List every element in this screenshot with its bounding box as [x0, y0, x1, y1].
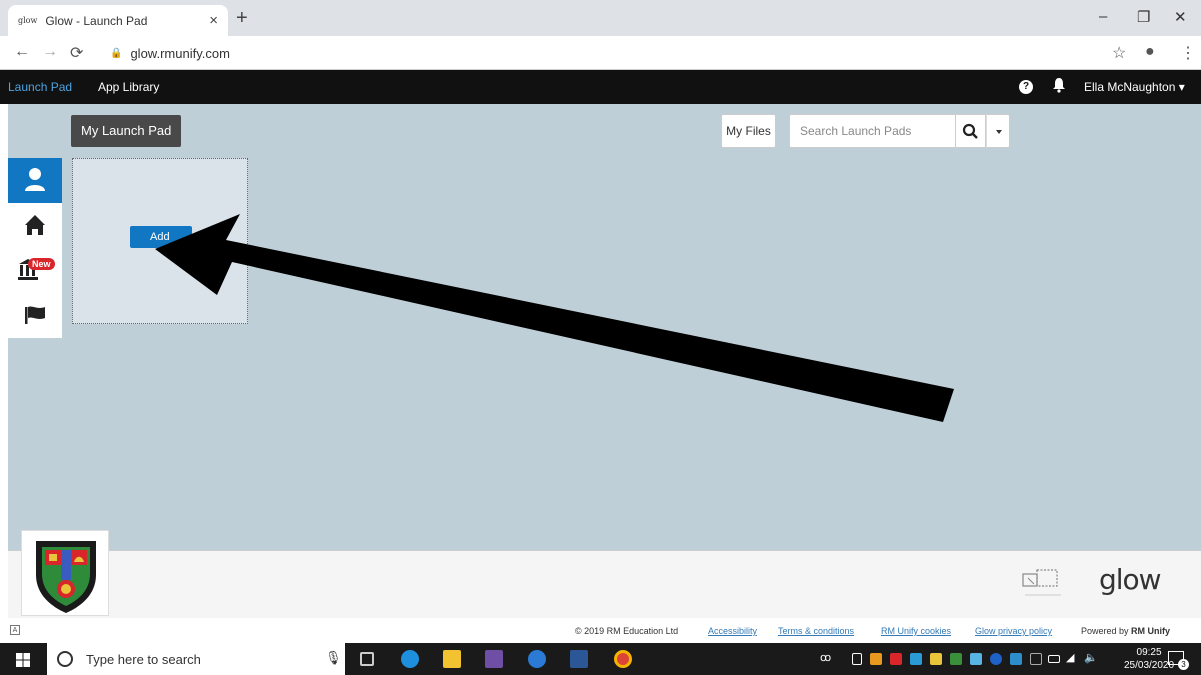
- notifications-icon[interactable]: 3: [1168, 651, 1189, 670]
- rm-unify-brand: RM Unify: [1131, 626, 1171, 636]
- reload-icon[interactable]: ⟳: [70, 43, 83, 63]
- minimize-icon[interactable]: –: [1099, 8, 1107, 25]
- close-window-icon[interactable]: ✕: [1174, 8, 1187, 26]
- link-terms[interactable]: Terms & conditions: [778, 626, 854, 636]
- flag-icon: [25, 306, 45, 324]
- launch-pad-area: My Launch Pad My Files Search Launch Pad…: [8, 104, 1201, 550]
- windows-start-icon[interactable]: [16, 653, 30, 667]
- new-tab-icon[interactable]: +: [236, 7, 248, 30]
- copyright-text: © 2019 RM Education Ltd: [575, 626, 679, 636]
- nav-launch-pad[interactable]: Launch Pad: [8, 80, 72, 94]
- browser-tab-strip: glow Glow - Launch Pad × + – ❐ ✕: [0, 0, 1201, 36]
- home-icon: [25, 215, 45, 235]
- launch-pad-sidebar: New: [8, 158, 62, 338]
- chevron-down-icon: ▾: [1178, 80, 1185, 94]
- tray-app-5-icon[interactable]: [950, 653, 962, 665]
- sidebar-item-institution[interactable]: New: [8, 248, 62, 293]
- onenote-icon[interactable]: [485, 650, 503, 668]
- help-icon[interactable]: ?: [1019, 80, 1033, 94]
- restore-icon[interactable]: ❐: [1137, 8, 1150, 26]
- taskbar-search-placeholder: Type here to search: [86, 652, 201, 667]
- url-field[interactable]: 🔒 glow.rmunify.com: [110, 41, 1110, 65]
- task-view-icon[interactable]: [360, 652, 374, 666]
- sidebar-item-home[interactable]: [8, 203, 62, 248]
- institution-icon: [18, 259, 38, 280]
- usb-icon[interactable]: [852, 653, 862, 665]
- bluetooth-icon[interactable]: [990, 653, 1002, 665]
- windows-taskbar: Type here to search 🎙 ꝏ ◢ 🔈 09:25 25/03/…: [0, 643, 1201, 675]
- lock-icon: 🔒: [110, 47, 123, 59]
- legal-bar: A © 2019 RM Education Ltd Accessibility …: [0, 618, 1201, 643]
- people-icon[interactable]: [528, 650, 546, 668]
- taskbar-clock[interactable]: 09:25 25/03/2020: [1124, 646, 1174, 672]
- battery-icon[interactable]: [1048, 655, 1060, 663]
- tab-title: Glow - Launch Pad: [45, 13, 148, 28]
- profile-icon[interactable]: ●: [1145, 43, 1155, 61]
- menu-kebab-icon[interactable]: ⋮: [1180, 43, 1196, 63]
- add-button[interactable]: Add: [130, 226, 192, 248]
- cortana-icon: [57, 651, 73, 667]
- close-tab-icon[interactable]: ×: [209, 12, 218, 29]
- user-menu[interactable]: Ella McNaughton ▾: [1084, 80, 1185, 94]
- caret-down-icon: [996, 130, 1002, 134]
- search-options-dropdown[interactable]: [986, 114, 1010, 148]
- clock-time: 09:25: [1136, 647, 1162, 658]
- my-files-button[interactable]: My Files: [721, 114, 776, 148]
- new-badge: New: [28, 258, 55, 270]
- clock-date: 25/03/2020: [1124, 660, 1175, 671]
- user-name: Ella McNaughton: [1084, 80, 1176, 94]
- school-crest-logo: [21, 530, 109, 616]
- user-icon: [25, 168, 45, 191]
- tray-app-1-icon[interactable]: [870, 653, 882, 665]
- tray-app-3-icon[interactable]: [910, 653, 922, 665]
- search-icon: [962, 123, 978, 139]
- search-button[interactable]: [956, 114, 986, 148]
- chrome-icon[interactable]: [614, 650, 632, 668]
- edge-icon[interactable]: [401, 650, 419, 668]
- word-icon[interactable]: [570, 650, 588, 668]
- tray-app-2-icon[interactable]: [890, 653, 902, 665]
- footer: glow: [8, 530, 1201, 618]
- microphone-icon[interactable]: 🎙: [325, 650, 342, 666]
- bookmark-star-icon[interactable]: ☆: [1112, 43, 1126, 63]
- screen-display-icon: [1022, 569, 1061, 596]
- back-icon[interactable]: ←: [14, 43, 30, 61]
- tray-app-7-icon[interactable]: [1010, 653, 1022, 665]
- sidebar-item-personal[interactable]: [8, 158, 62, 203]
- tray-app-4-icon[interactable]: [930, 653, 942, 665]
- browser-tab[interactable]: glow Glow - Launch Pad ×: [8, 5, 228, 36]
- app-top-nav: Launch Pad App Library ? Ella McNaughton…: [0, 70, 1201, 104]
- powered-by-label: Powered by: [1081, 626, 1129, 636]
- link-accessibility[interactable]: Accessibility: [708, 626, 757, 636]
- forward-icon[interactable]: →: [42, 43, 58, 61]
- people-tray-icon[interactable]: ꝏ: [820, 651, 831, 664]
- volume-icon[interactable]: 🔈: [1084, 651, 1098, 664]
- glow-logo: glow: [1099, 563, 1162, 596]
- nav-app-library[interactable]: App Library: [98, 80, 159, 94]
- powered-by: Powered by RM Unify: [1081, 626, 1170, 636]
- url-text: glow.rmunify.com: [130, 45, 230, 61]
- taskbar-search-box[interactable]: Type here to search 🎙: [47, 643, 345, 675]
- bell-icon[interactable]: [1052, 77, 1066, 93]
- sidebar-item-flag[interactable]: [8, 293, 62, 338]
- tray-app-6-icon[interactable]: [970, 653, 982, 665]
- search-launch-pads-input[interactable]: [789, 114, 956, 148]
- my-launch-pad-label: My Launch Pad: [71, 115, 182, 147]
- link-cookies[interactable]: RM Unify cookies: [881, 626, 951, 636]
- notifications-count: 3: [1178, 659, 1189, 670]
- launch-pad-tile: Add: [72, 158, 248, 324]
- accessibility-toggle-icon[interactable]: A: [10, 625, 20, 635]
- tray-app-8-icon[interactable]: [1030, 653, 1042, 665]
- wifi-icon[interactable]: ◢: [1066, 651, 1074, 664]
- link-privacy[interactable]: Glow privacy policy: [975, 626, 1052, 636]
- file-explorer-icon[interactable]: [443, 650, 461, 668]
- address-bar: ← → ⟳ 🔒 glow.rmunify.com ☆ ● ⋮: [0, 36, 1201, 70]
- glow-favicon-icon: glow: [18, 16, 38, 25]
